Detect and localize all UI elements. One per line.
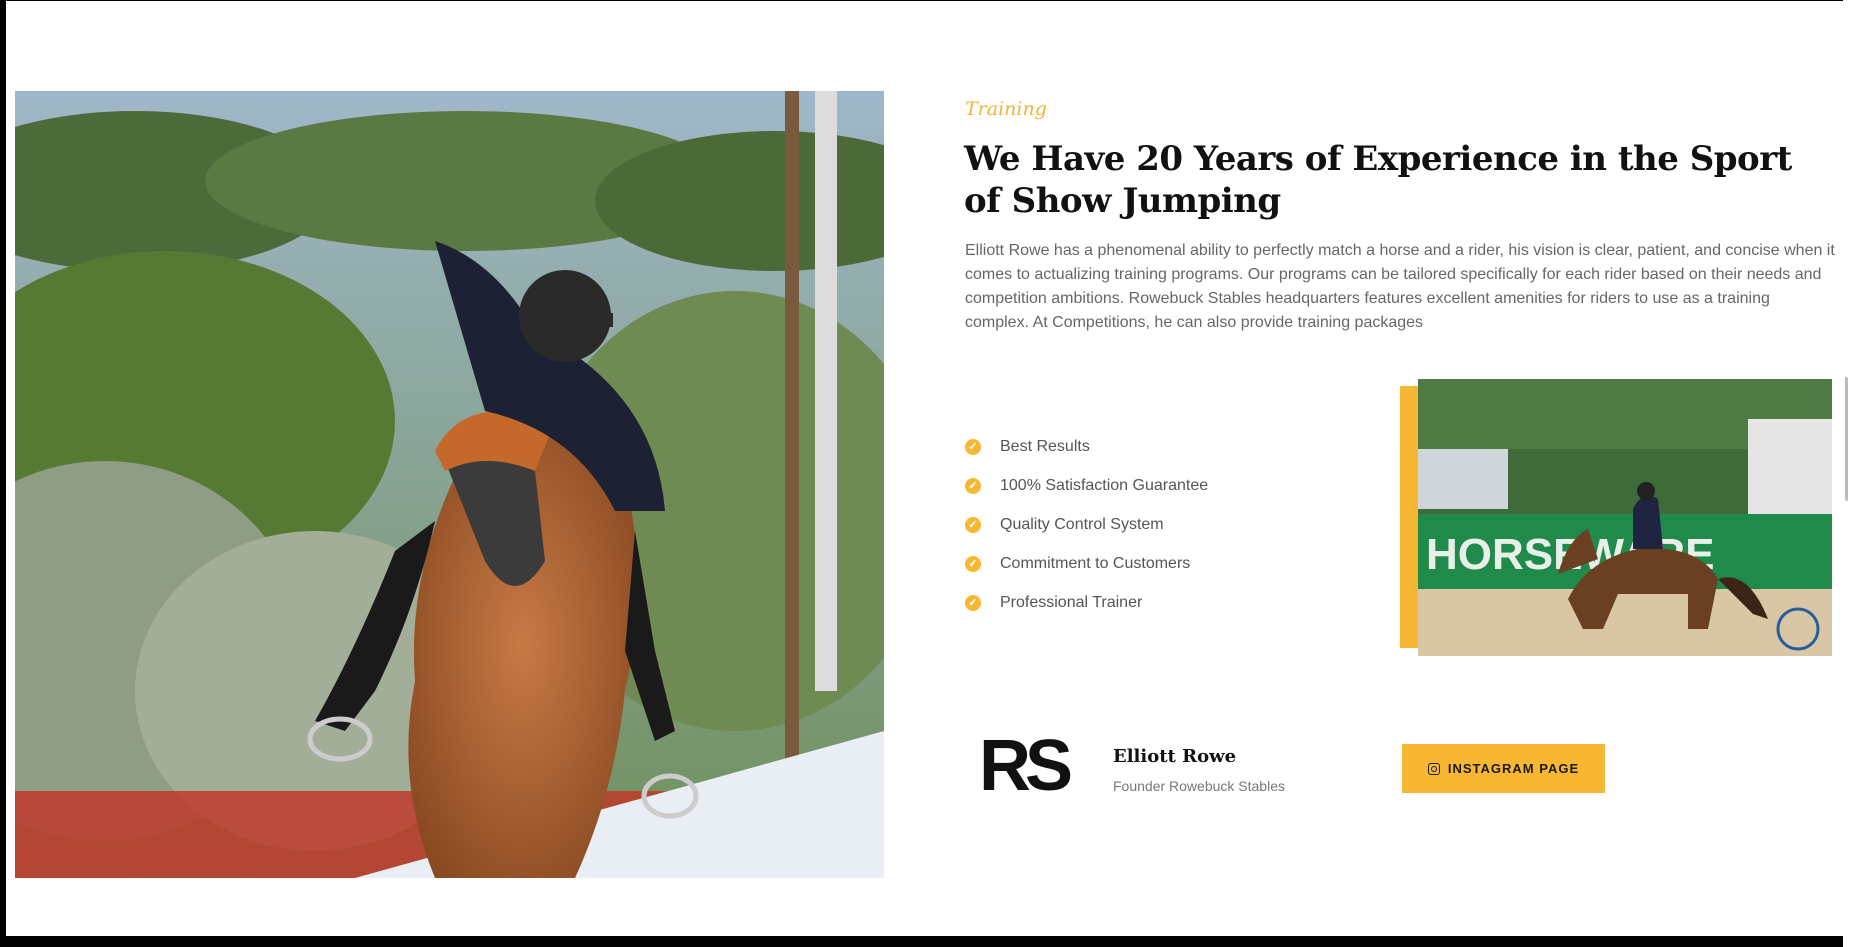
section-paragraph: Elliott Rowe has a phenomenal ability to…: [965, 242, 1835, 331]
check-circle-icon: ✓: [965, 477, 981, 494]
feature-item: ✓ Quality Control System: [965, 505, 1208, 544]
check-circle-icon: ✓: [965, 438, 981, 455]
feature-label: Quality Control System: [1000, 515, 1164, 533]
feature-item: ✓ Professional Trainer: [965, 583, 1208, 622]
founder-role: Founder Rowebuck Stables: [1113, 778, 1285, 794]
founder-name: Elliott Rowe: [1113, 746, 1237, 767]
instagram-icon: [1427, 762, 1440, 775]
arena-riding-photo: HORSEWARE: [1418, 379, 1832, 656]
check-circle-icon: ✓: [965, 594, 981, 611]
feature-label: Best Results: [1000, 437, 1090, 455]
feature-label: Commitment to Customers: [1000, 554, 1191, 572]
feature-item: ✓ Best Results: [965, 427, 1208, 466]
accent-bar: [1400, 386, 1418, 648]
check-circle-icon: ✓: [965, 516, 981, 533]
check-circle-icon: ✓: [965, 555, 981, 572]
instagram-page-button[interactable]: INSTAGRAM PAGE: [1402, 744, 1605, 793]
feature-list: ✓ Best Results ✓ 100% Satisfaction Guarant…: [965, 427, 1208, 622]
feature-item: ✓ 100% Satisfaction Guarantee: [965, 466, 1208, 505]
rs-logo: RS: [979, 730, 1073, 802]
instagram-button-label: INSTAGRAM PAGE: [1447, 761, 1580, 776]
feature-item: ✓ Commitment to Customers: [965, 544, 1208, 583]
rider-jumping-photo: [15, 91, 884, 878]
feature-label: Professional Trainer: [1000, 593, 1143, 611]
feature-label: 100% Satisfaction Guarantee: [1000, 476, 1209, 494]
section-eyebrow: Training: [965, 98, 1047, 120]
rs-logo-text: RS: [979, 726, 1073, 806]
scrollbar-thumb[interactable]: [1845, 377, 1848, 501]
section-headline: We Have 20 Years of Experience in the Sp…: [964, 139, 1792, 221]
